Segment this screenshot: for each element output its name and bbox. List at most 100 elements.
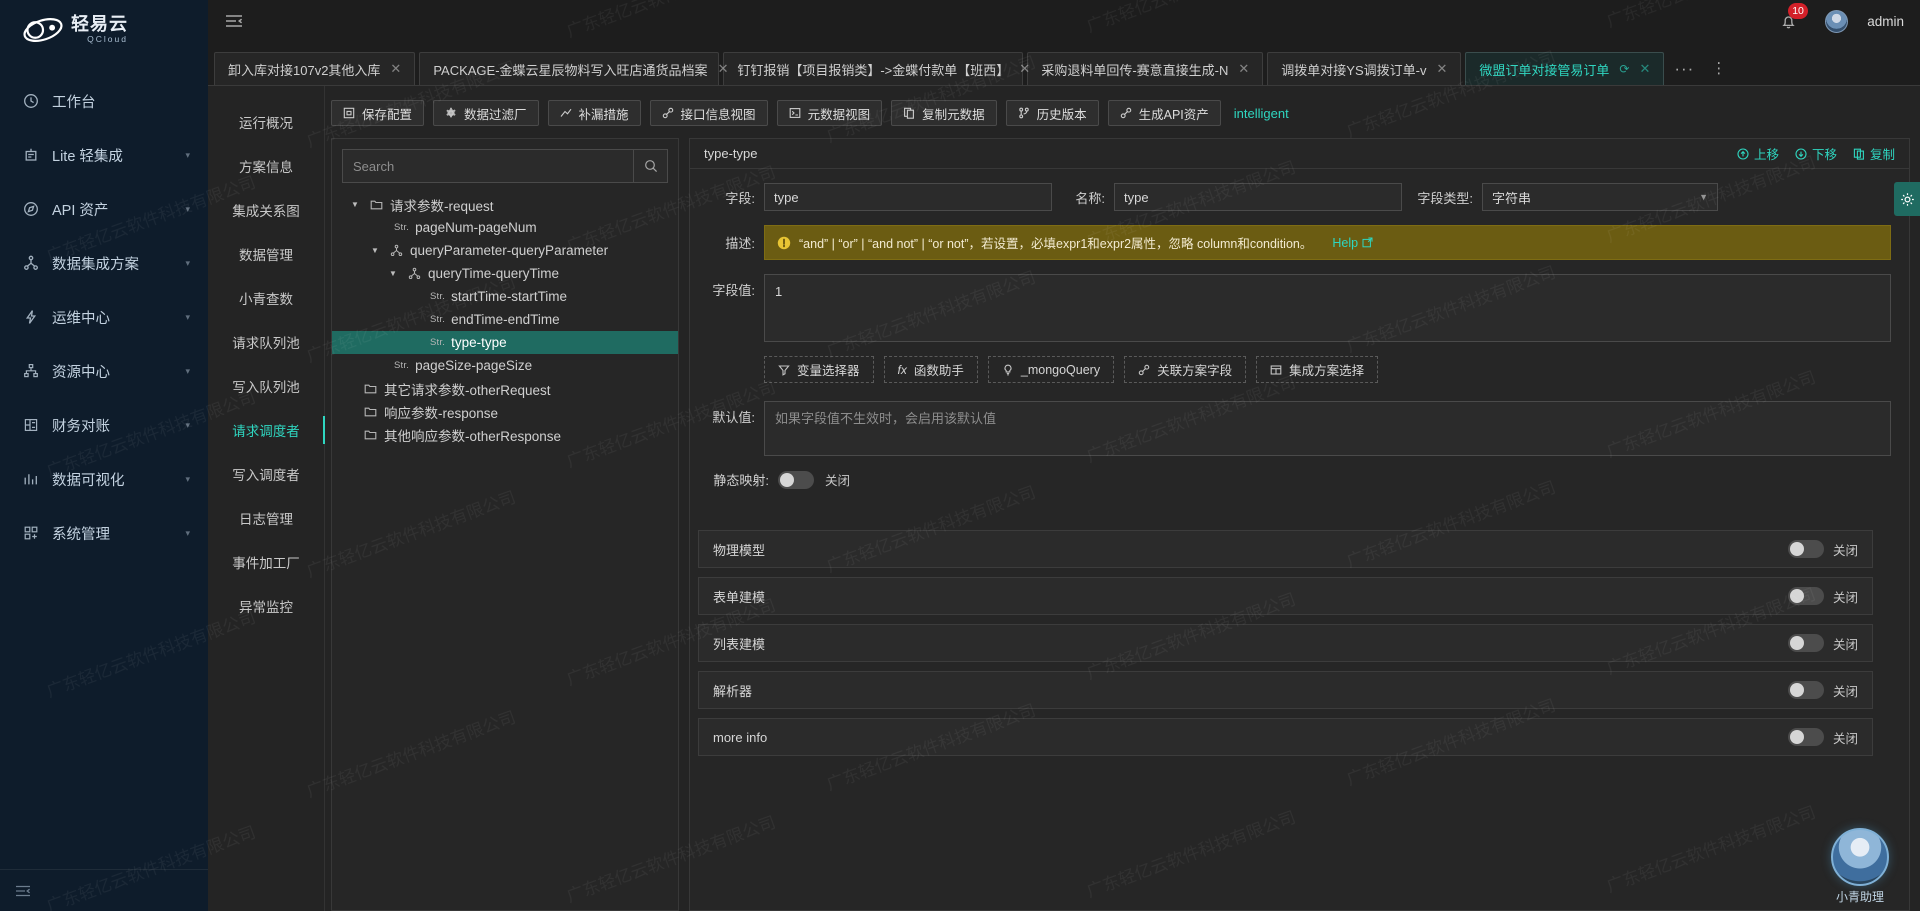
tab-item[interactable]: 卸入库对接107v2其他入库 ✕ [214,52,416,85]
assistant-widget[interactable]: 小青助理 [1814,828,1906,905]
search-button[interactable] [633,150,667,182]
generate-api-asset-button[interactable]: 生成API资产 [1107,100,1221,126]
section-item-data-mgmt[interactable]: 数据管理 [208,232,324,276]
name-input[interactable] [1114,183,1402,211]
move-up-button[interactable]: 上移 [1737,144,1779,163]
tab-item[interactable]: 采购退料单回传-赛意直接生成-N ✕ [1027,52,1264,85]
tree-node[interactable]: Str. endTime-endTime [332,308,678,331]
sidebar-item-data-integration[interactable]: 数据集成方案 ▾ [0,236,208,290]
section-item-write-queue[interactable]: 写入队列池 [208,364,324,408]
section-item-xiaoqing-query[interactable]: 小青查数 [208,276,324,320]
patch-measures-button[interactable]: 补漏措施 [547,100,641,126]
avatar[interactable] [1825,9,1849,33]
section-item-overview[interactable]: 运行概况 [208,100,324,144]
tree-node[interactable]: 其他响应参数-otherResponse [332,423,678,446]
move-down-button[interactable]: 下移 [1795,144,1837,163]
tree-node[interactable]: ▼ queryTime-queryTime [332,262,678,285]
tree-node-selected[interactable]: Str. type-type [332,331,678,354]
intelligent-link[interactable]: intelligent [1234,106,1289,121]
section-toggle[interactable] [1787,587,1824,605]
section-item-relation-graph[interactable]: 集成关系图 [208,188,324,232]
lite-icon [22,147,39,164]
section-physical-model[interactable]: 物理模型 关闭 [698,530,1873,568]
section-toggle[interactable] [1787,681,1824,699]
close-icon[interactable]: ✕ [718,61,729,77]
section-toggle[interactable] [1787,728,1824,746]
help-link[interactable]: Help [1332,236,1373,250]
copy-metadata-button[interactable]: 复制元数据 [891,100,997,126]
table-icon [1270,364,1282,375]
tab-item-active[interactable]: 微盟订单对接管易订单 ⟳ ✕ [1465,52,1665,85]
data-filter-factory-button[interactable]: 数据过滤厂 [433,100,539,126]
integration-plan-select-button[interactable]: 集成方案选择 [1256,356,1379,383]
static-mapping-toggle[interactable] [778,470,814,489]
tree-node[interactable]: ▼ queryParameter-queryParameter [332,239,678,262]
section-more-info[interactable]: more info 关闭 [698,718,1873,756]
chevron-down-icon[interactable]: ▼ [386,269,400,278]
section-item-plan-info[interactable]: 方案信息 [208,144,324,188]
default-value-textarea[interactable] [764,401,1891,456]
close-icon[interactable]: ✕ [1436,61,1447,77]
copy-field-button[interactable]: 复制 [1853,144,1895,163]
interface-info-view-button[interactable]: 接口信息视图 [649,100,768,126]
close-icon[interactable]: ✕ [390,61,401,77]
section-toggle[interactable] [1787,540,1824,558]
sidebar-label: 数据可视化 [52,472,125,489]
tree-node[interactable]: Str. pageSize-pageSize [332,354,678,377]
close-icon[interactable]: ✕ [1639,61,1650,77]
section-label: 数据管理 [239,248,293,263]
sidebar-item-resource-center[interactable]: 资源中心 ▾ [0,344,208,398]
section-parser[interactable]: 解析器 关闭 [698,671,1873,709]
sidebar-item-ops-center[interactable]: 运维中心 ▾ [0,290,208,344]
username-label[interactable]: admin [1867,14,1904,29]
tab-menu-icon[interactable]: ⋮ [1704,59,1733,85]
section-toggle[interactable] [1787,634,1824,652]
tree-node[interactable]: 其它请求参数-otherRequest [332,377,678,400]
section-label: 日志管理 [239,512,293,527]
tab-label: PACKAGE-金蝶云星辰物料写入旺店通货品档案 [433,62,708,78]
section-item-request-queue[interactable]: 请求队列池 [208,320,324,364]
sidebar-item-finance[interactable]: 财务对账 ▾ [0,398,208,452]
related-plan-field-button[interactable]: 关联方案字段 [1124,356,1247,383]
section-item-request-scheduler[interactable]: 请求调度者 [208,408,325,452]
sidebar-item-lite[interactable]: Lite 轻集成 ▾ [0,128,208,182]
tree-node[interactable]: Str. startTime-startTime [332,285,678,308]
function-helper-button[interactable]: fx 函数助手 [883,356,978,383]
collapse-menu-icon[interactable] [224,13,244,29]
metadata-view-button[interactable]: 元数据视图 [776,100,883,126]
notifications-button[interactable]: 10 [1775,3,1808,34]
tree-node[interactable]: 响应参数-response [332,400,678,423]
tab-overflow-icon[interactable]: ··· [1668,59,1700,85]
tree-node[interactable]: Str. pageNum-pageNum [332,216,678,239]
close-icon[interactable]: ✕ [1019,61,1030,77]
tab-item[interactable]: PACKAGE-金蝶云星辰物料写入旺店通货品档案 ✕ [419,52,728,85]
section-item-write-scheduler[interactable]: 写入调度者 [208,452,324,496]
brand-logo[interactable]: 轻易云 QCloud [0,0,208,58]
save-config-button[interactable]: 保存配置 [331,100,425,126]
tree-node[interactable]: ▼ 请求参数-request [332,193,678,216]
field-input[interactable] [764,183,1052,211]
history-version-button[interactable]: 历史版本 [1005,100,1099,126]
search-input[interactable] [343,158,633,174]
variable-selector-button[interactable]: 变量选择器 [764,356,874,383]
sidebar-item-visualization[interactable]: 数据可视化 ▾ [0,452,208,506]
section-item-exception-monitor[interactable]: 异常监控 [208,584,324,628]
sidebar-item-system-mgmt[interactable]: 系统管理 ▾ [0,506,208,560]
section-form-model[interactable]: 表单建模 关闭 [698,577,1873,615]
sidebar-item-api-assets[interactable]: API 资产 ▾ [0,182,208,236]
tab-item[interactable]: 调拨单对接YS调拨订单-v ✕ [1267,52,1462,85]
section-item-log-mgmt[interactable]: 日志管理 [208,496,324,540]
field-value-textarea[interactable] [764,274,1891,342]
reload-icon[interactable]: ⟳ [1619,62,1629,76]
chevron-down-icon[interactable]: ▼ [348,200,362,209]
close-icon[interactable]: ✕ [1238,61,1249,77]
chevron-down-icon[interactable]: ▼ [368,246,382,255]
section-list-model[interactable]: 列表建模 关闭 [698,624,1873,662]
collapse-sidebar-icon[interactable] [14,882,32,900]
section-item-event-factory[interactable]: 事件加工厂 [208,540,324,584]
settings-side-tab[interactable] [1894,182,1920,216]
sidebar-item-workbench[interactable]: 工作台 [0,74,208,128]
mongo-query-button[interactable]: _mongoQuery [987,356,1115,383]
field-type-select[interactable]: 字符串 ▼ [1482,183,1718,211]
tab-item[interactable]: 钉钉报销【项目报销类】->金蝶付款单【班西】 ✕ [723,52,1030,85]
